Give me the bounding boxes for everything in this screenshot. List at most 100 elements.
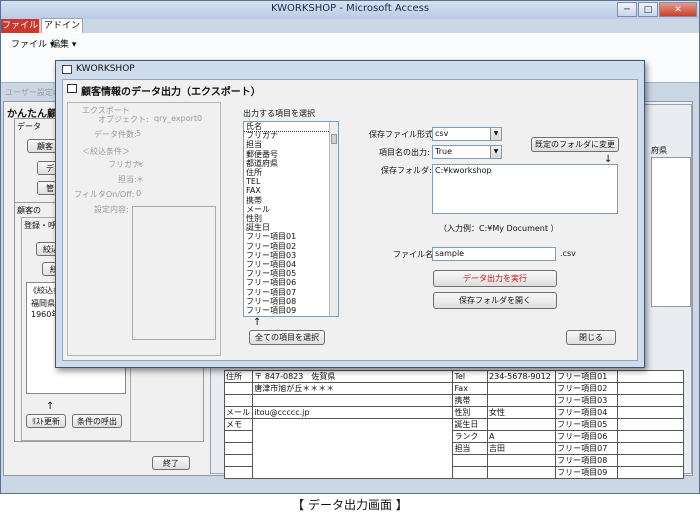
mail-value[interactable]: itou@ccccc.jp <box>252 406 454 419</box>
blank-cell <box>252 394 454 407</box>
list-item[interactable]: 性別 <box>244 214 338 223</box>
blank-cell <box>223 466 254 479</box>
filename-label: ファイル名: <box>393 250 436 259</box>
list-item[interactable]: 氏名 <box>244 122 338 133</box>
table-row: 住所 〒 847-0823 佐賀県 Tel 234-5678-9012 フリー項… <box>223 370 685 383</box>
settings-label: 設定内容: <box>94 205 129 214</box>
mobile-label: 携帯 <box>452 394 489 407</box>
free-item-03-value[interactable] <box>616 394 685 407</box>
memo-value[interactable] <box>252 418 454 479</box>
back-right-column <box>651 157 691 307</box>
list-item[interactable]: 携帯 <box>244 196 338 205</box>
list-item[interactable]: フリー項目09 <box>244 306 338 315</box>
tel-value[interactable]: 234-5678-9012 <box>487 370 557 383</box>
blank-cell <box>223 442 254 455</box>
condition-recall-button[interactable]: 条件の呼出 <box>72 414 122 428</box>
fax-value[interactable] <box>487 382 557 395</box>
tab-file[interactable]: ファイル <box>1 19 39 33</box>
free-item-01-value[interactable] <box>616 370 685 383</box>
folder-input[interactable]: C:¥kworkshop <box>432 164 618 214</box>
list-item[interactable]: 誕生日 <box>244 223 338 232</box>
free-item-02: フリー項目02 <box>555 382 618 395</box>
gender-value[interactable]: 女性 <box>487 406 557 419</box>
extension-label: .csv <box>560 249 576 258</box>
list-item[interactable]: メール <box>244 205 338 214</box>
run-export-button[interactable]: データ出力を実行 <box>433 270 557 287</box>
addr-value[interactable]: 唐津市旭が丘＊＊＊＊ <box>252 382 454 395</box>
blank-cell <box>223 454 254 467</box>
list-item[interactable]: 住所 <box>244 168 338 177</box>
free-item-02-value[interactable] <box>616 382 685 395</box>
free-item-03: フリー項目03 <box>555 394 618 407</box>
free-item-04-value[interactable] <box>616 406 685 419</box>
addr-label-blank <box>223 382 254 395</box>
list-item[interactable]: フリー項目07 <box>244 288 338 297</box>
menu-file[interactable]: ファイル ▾ <box>11 37 54 50</box>
items-scroll-thumb[interactable] <box>331 134 337 144</box>
list-item[interactable]: フリー項目08 <box>244 297 338 306</box>
free-item-09-value[interactable] <box>616 466 685 479</box>
list-update-button[interactable]: ﾘｽﾄ更新 <box>26 414 66 428</box>
default-folder-button[interactable]: 既定のフォルダに変更 <box>531 137 619 152</box>
free-item-09: フリー項目09 <box>555 466 618 479</box>
object-label: オブジェクト: <box>98 115 149 124</box>
menu-edit[interactable]: 編集 ▾ <box>51 37 76 50</box>
header-out-select[interactable]: True ▼ <box>432 145 502 159</box>
list-item[interactable]: 担当 <box>244 140 338 149</box>
chevron-down-icon[interactable]: ▼ <box>490 146 501 158</box>
user-settings-label: ユーザー設定の <box>5 88 61 97</box>
back-register-label: 登録・呼 <box>24 221 56 230</box>
free-item-06-value[interactable] <box>616 430 685 443</box>
folder-example: （入力例：C:¥My Document ） <box>439 224 559 233</box>
dialog-title: KWORKSHOP <box>76 64 135 74</box>
list-item[interactable]: フリー項目01 <box>244 232 338 241</box>
zip-value[interactable]: 〒 847-0823 佐賀県 <box>252 370 454 383</box>
tab-addin[interactable]: アドイン <box>41 18 83 33</box>
list-item[interactable]: 都道府県 <box>244 159 338 168</box>
table-row: 唐津市旭が丘＊＊＊＊ Fax フリー項目02 <box>223 382 685 395</box>
list-item[interactable]: フリー項目03 <box>244 251 338 260</box>
mobile-value[interactable] <box>487 394 557 407</box>
open-folder-button[interactable]: 保存フォルダを開く <box>433 292 557 309</box>
birthday-value[interactable] <box>487 418 557 431</box>
back-group-data-label: データ <box>17 122 41 131</box>
items-scrollbar[interactable] <box>329 122 338 316</box>
count-value: 5 <box>136 129 142 138</box>
free-item-07: フリー項目07 <box>555 442 618 455</box>
format-select[interactable]: csv ▼ <box>432 127 502 141</box>
maximize-button[interactable]: □ <box>638 2 658 17</box>
rank-value[interactable]: A <box>487 430 557 443</box>
count-label: データ件数: <box>94 130 137 139</box>
list-item[interactable]: フリー項目04 <box>244 260 338 269</box>
free-item-08: フリー項目08 <box>555 454 618 467</box>
filename-input[interactable]: sample <box>432 247 556 261</box>
birthday-label: 誕生日 <box>452 418 489 431</box>
free-item-05-value[interactable] <box>616 418 685 431</box>
end-button[interactable]: 終了 <box>152 456 190 470</box>
close-dialog-button[interactable]: 閉じる <box>566 330 616 345</box>
furigana-value: ＊ <box>136 160 144 169</box>
back-right-header: 府県 <box>651 146 667 155</box>
list-item[interactable]: 郵便番号 <box>244 150 338 159</box>
filter-onoff-label: フィルタOn/Off: <box>74 190 135 199</box>
chevron-down-icon[interactable]: ▼ <box>490 128 501 140</box>
staff-value[interactable]: 吉田 <box>487 442 557 455</box>
minimize-button[interactable]: ─ <box>617 2 637 17</box>
dialog-heading: 顧客情報のデータ出力（エクスポート） <box>81 87 261 98</box>
list-item[interactable]: TEL <box>244 177 338 186</box>
list-item[interactable]: フリー項目02 <box>244 242 338 251</box>
free-item-08-value[interactable] <box>616 454 685 467</box>
list-item[interactable]: フリー項目05 <box>244 269 338 278</box>
list-item[interactable]: FAX <box>244 186 338 195</box>
mail-label: メール <box>223 406 254 419</box>
settings-content-box <box>132 206 216 340</box>
filename-value: sample <box>435 249 465 258</box>
free-item-07-value[interactable] <box>616 442 685 455</box>
items-listbox[interactable]: 氏名 フリガナ 担当 郵便番号 都道府県 住所 TEL FAX 携帯 メール 性別 誕生日 フリー項目0… <box>243 121 339 317</box>
figure-caption: 【 データ出力画面 】 <box>292 498 408 512</box>
export-info-panel: エクスポート オブジェクト: qry_export0 データ件数: 5 ＜絞込条… <box>67 102 221 356</box>
list-item[interactable]: フリー項目06 <box>244 278 338 287</box>
select-all-items-button[interactable]: 全ての項目を選択 <box>249 330 325 345</box>
blank-cell <box>487 466 557 479</box>
close-window-button[interactable]: ✕ <box>659 2 697 17</box>
